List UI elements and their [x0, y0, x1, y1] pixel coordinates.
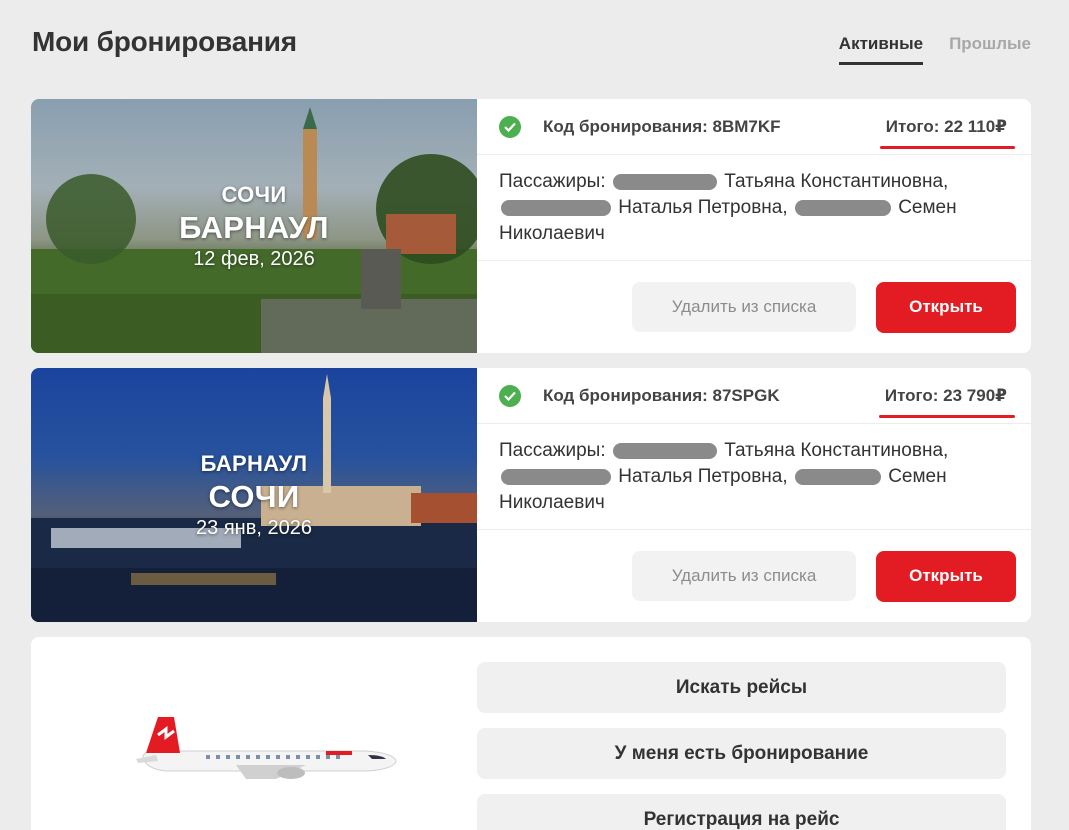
route-image: БАРНАУЛ СОЧИ 23 янв, 2026 [31, 368, 477, 622]
route-date: 23 янв, 2026 [196, 516, 312, 539]
check-circle-icon [499, 384, 521, 407]
redacted-surname [501, 468, 611, 485]
open-booking-button[interactable]: Открыть [876, 281, 1016, 333]
delete-from-list-button[interactable]: Удалить из списка [632, 551, 856, 601]
redacted-surname [612, 173, 717, 190]
route-from: СОЧИ [221, 181, 287, 207]
passengers-list: Пассажиры: Татьяна Константиновна, Натал… [477, 155, 1031, 261]
route-to: СОЧИ [208, 478, 300, 514]
booking-card: БАРНАУЛ СОЧИ 23 янв, 2026 Код бронирован… [31, 368, 1031, 622]
search-flights-button[interactable]: Искать рейсы [477, 662, 1006, 713]
passengers-list: Пассажиры: Татьяна Константиновна, Натал… [477, 424, 1031, 530]
delete-from-list-button[interactable]: Удалить из списка [632, 282, 856, 332]
route-from: БАРНАУЛ [200, 450, 308, 476]
booking-card: СОЧИ БАРНАУЛ 12 фев, 2026 Код бронирован… [31, 99, 1031, 353]
total-underline [879, 145, 1015, 149]
total-underline [878, 414, 1015, 418]
open-booking-button[interactable]: Открыть [876, 550, 1016, 602]
airplane-illustration [136, 717, 397, 779]
have-booking-button[interactable]: У меня есть бронирование [477, 728, 1006, 779]
redacted-surname [794, 199, 891, 216]
redacted-surname [501, 199, 611, 216]
tab-past[interactable]: Прошлые [949, 34, 1031, 65]
check-circle-icon [499, 115, 521, 138]
route-image: СОЧИ БАРНАУЛ 12 фев, 2026 [31, 99, 477, 353]
tab-active[interactable]: Активные [838, 34, 924, 65]
redacted-surname [612, 442, 717, 459]
booking-code: Код бронирования: 8BM7KF [543, 116, 781, 136]
checkin-button[interactable]: Регистрация на рейс [477, 794, 1006, 830]
quick-actions-card: Искать рейсы У меня есть бронирование Ре… [31, 637, 1031, 830]
booking-tabs: Активные Прошлые [838, 34, 1031, 65]
booking-code: Код бронирования: 87SPGK [543, 385, 780, 405]
redacted-surname [794, 468, 881, 485]
booking-total: Итого: 23 790₽ [878, 386, 1015, 418]
route-to: БАРНАУЛ [179, 209, 329, 245]
booking-total: Итого: 22 110₽ [879, 117, 1015, 149]
page-title: Мои бронирования [32, 26, 297, 57]
route-date: 12 фев, 2026 [193, 247, 315, 270]
